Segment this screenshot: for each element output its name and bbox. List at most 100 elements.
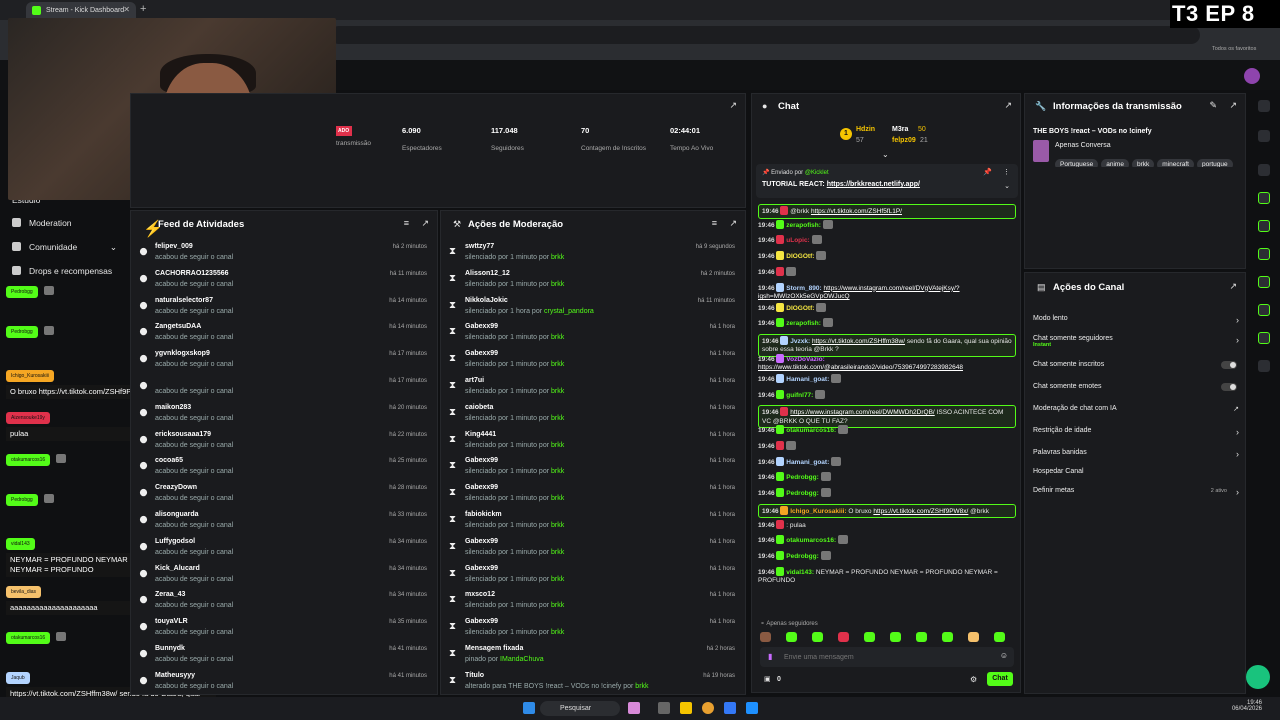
- message-username[interactable]: zerapofish:: [786, 222, 821, 229]
- popout-icon[interactable]: ↗: [1004, 100, 1012, 111]
- moderator-name[interactable]: IMandaChuva: [500, 656, 544, 663]
- message-username[interactable]: Pedrobgg:: [786, 553, 819, 560]
- app-icon[interactable]: [746, 702, 758, 714]
- info-icon[interactable]: [1258, 100, 1270, 112]
- moderator-name[interactable]: brkk: [551, 629, 564, 636]
- follower-name[interactable]: Zeraa_43: [155, 591, 185, 598]
- chat-message[interactable]: 19:46 : pulaa: [758, 519, 1016, 531]
- moderated-user[interactable]: Gabexx99: [465, 618, 498, 625]
- moderated-user[interactable]: Título: [465, 672, 484, 679]
- sidebar-item-comunidade[interactable]: Comunidade ⌄: [12, 242, 117, 252]
- more-icon[interactable]: ⋮: [1003, 168, 1010, 176]
- channel-rail-icon[interactable]: [1258, 360, 1270, 372]
- file-explorer-icon[interactable]: [680, 702, 692, 714]
- toggle-switch[interactable]: [1221, 361, 1237, 369]
- follower-name[interactable]: alisonguarda: [155, 511, 199, 518]
- chat-message[interactable]: 19:46 Hamani_goat:: [758, 373, 1016, 385]
- popout-icon[interactable]: ↗: [729, 100, 737, 111]
- message-username[interactable]: DIOGOtf:: [786, 253, 814, 260]
- chat-rail-icon[interactable]: [1258, 248, 1270, 260]
- message-link[interactable]: https://vt.tiktok.com/ZSHf9PW8x/: [873, 508, 968, 515]
- moderated-user[interactable]: art7ui: [465, 377, 484, 384]
- chat-message[interactable]: 19:46 @brkk https://vt.tiktok.com/ZSHf5f…: [758, 204, 1016, 219]
- emoji-icon[interactable]: ☺: [1000, 651, 1008, 660]
- gift-icon[interactable]: ▣: [764, 675, 771, 683]
- message-username[interactable]: Pedrobgg:: [786, 474, 819, 481]
- clipboard-rail-icon[interactable]: [1258, 220, 1270, 232]
- edit-icon[interactable]: [1258, 130, 1270, 142]
- toggle-switch[interactable]: [1221, 383, 1237, 391]
- follower-name[interactable]: touyaVLR: [155, 618, 188, 625]
- list-rail-icon[interactable]: [1258, 304, 1270, 316]
- message-username[interactable]: otakumarcos16:: [786, 537, 836, 544]
- emote-icon[interactable]: [942, 632, 953, 642]
- chat-message[interactable]: 19:46 DIOGOtf:: [758, 302, 1016, 314]
- emote-icon[interactable]: [994, 632, 1005, 642]
- emote-icon[interactable]: [812, 632, 823, 642]
- emote-icon[interactable]: [890, 632, 901, 642]
- moderated-user[interactable]: Gabexx99: [465, 323, 498, 330]
- camera-icon[interactable]: [1258, 164, 1270, 176]
- stream-tag[interactable]: portugue: [1196, 159, 1233, 167]
- stream-tag[interactable]: Portuguese: [1055, 159, 1099, 167]
- message-username[interactable]: Storm_890:: [786, 285, 821, 292]
- chat-message[interactable]: 19:46 VozDoVazio: https://www.tiktok.com…: [758, 353, 1016, 373]
- emote-icon[interactable]: [786, 632, 797, 642]
- emote-icon[interactable]: [916, 632, 927, 642]
- moderator-name[interactable]: brkk: [635, 683, 648, 690]
- follower-name[interactable]: ZangetsuDAA: [155, 323, 201, 330]
- moderated-user[interactable]: Gabexx99: [465, 350, 498, 357]
- moderated-user[interactable]: NikkolaJokic: [465, 297, 508, 304]
- follower-name[interactable]: ygvnklogxskop9: [155, 350, 210, 357]
- moderator-name[interactable]: brkk: [551, 495, 564, 502]
- edit-pencil-icon[interactable]: ✎: [1209, 100, 1217, 111]
- widget-icon[interactable]: [628, 702, 640, 714]
- taskbar-search[interactable]: Pesquisar: [540, 701, 620, 716]
- moderated-user[interactable]: Mensagem fixada: [465, 645, 523, 652]
- pinned-message[interactable]: 📌 Enviado por @Kicklet TUTORIAL REACT: h…: [756, 164, 1018, 198]
- follower-name[interactable]: Kick_Alucard: [155, 565, 200, 572]
- moderated-user[interactable]: Alisson12_12: [465, 270, 510, 277]
- chat-message[interactable]: 19:46 otakumarcos16:: [758, 535, 1016, 546]
- address-bar[interactable]: [330, 26, 1200, 44]
- moderator-name[interactable]: brkk: [551, 254, 564, 261]
- follower-name[interactable]: Luffygodsol: [155, 538, 195, 545]
- moderator-name[interactable]: brkk: [551, 602, 564, 609]
- send-chat-button[interactable]: Chat: [987, 672, 1013, 686]
- popout-icon[interactable]: ↗: [421, 218, 429, 229]
- sidebar-item-drops[interactable]: Drops e recompensas: [12, 266, 112, 276]
- chevron-down-icon[interactable]: ⌄: [1004, 182, 1010, 190]
- message-username[interactable]: DIOGOtf:: [786, 305, 814, 312]
- chrome-icon[interactable]: [702, 702, 714, 714]
- channel-action-row[interactable]: Palavras banidas ›: [1033, 449, 1239, 465]
- moderated-user[interactable]: fabiokickm: [465, 511, 502, 518]
- moderator-name[interactable]: brkk: [551, 468, 564, 475]
- chat-message[interactable]: 19:46 zerapofish:: [758, 219, 1016, 231]
- bookmarks-folder[interactable]: Todos os favoritos: [1212, 46, 1256, 52]
- vscode-icon[interactable]: [724, 702, 736, 714]
- follower-name[interactable]: cocoa65: [155, 457, 183, 464]
- moderator-name[interactable]: brkk: [551, 576, 564, 583]
- message-username[interactable]: Jvzxk:: [790, 338, 810, 345]
- chat-message[interactable]: 19:46 vidal143: NEYMAR = PROFUNDO NEYMAR…: [758, 566, 1016, 586]
- message-link[interactable]: https://www.tiktok.com/@abrasileirando2/…: [758, 364, 963, 371]
- moderated-user[interactable]: Gabexx99: [465, 457, 498, 464]
- chat-message[interactable]: 19:46 guifnl77:: [758, 389, 1016, 401]
- moderated-user[interactable]: Gabexx99: [465, 484, 498, 491]
- channel-action-row[interactable]: Chat somente inscritos: [1033, 361, 1239, 377]
- chat-message[interactable]: 19:46 Hamani_goat:: [758, 456, 1016, 468]
- message-username[interactable]: Hamani_goat:: [786, 376, 829, 383]
- unpin-icon[interactable]: 📌: [983, 168, 992, 176]
- moderated-user[interactable]: mxsco12: [465, 591, 495, 598]
- moderator-name[interactable]: brkk: [551, 281, 564, 288]
- chat-message[interactable]: 19:46 otakumarcos16:: [758, 425, 1016, 436]
- sidebar-item-moderation[interactable]: Moderation: [12, 218, 72, 228]
- chat-message[interactable]: 19:46 Pedrobgg:: [758, 488, 1016, 499]
- moderated-user[interactable]: swttzy77: [465, 243, 494, 250]
- windows-start-icon[interactable]: [523, 702, 535, 714]
- emote-icon[interactable]: [838, 632, 849, 642]
- moderated-user[interactable]: King4441: [465, 431, 496, 438]
- moderator-name[interactable]: crystal_pandora: [544, 308, 594, 315]
- chat-message[interactable]: 19:46 Ichigo_Kurosakiii: O bruxo https:/…: [758, 503, 1016, 519]
- assistant-fab-button[interactable]: [1246, 665, 1270, 689]
